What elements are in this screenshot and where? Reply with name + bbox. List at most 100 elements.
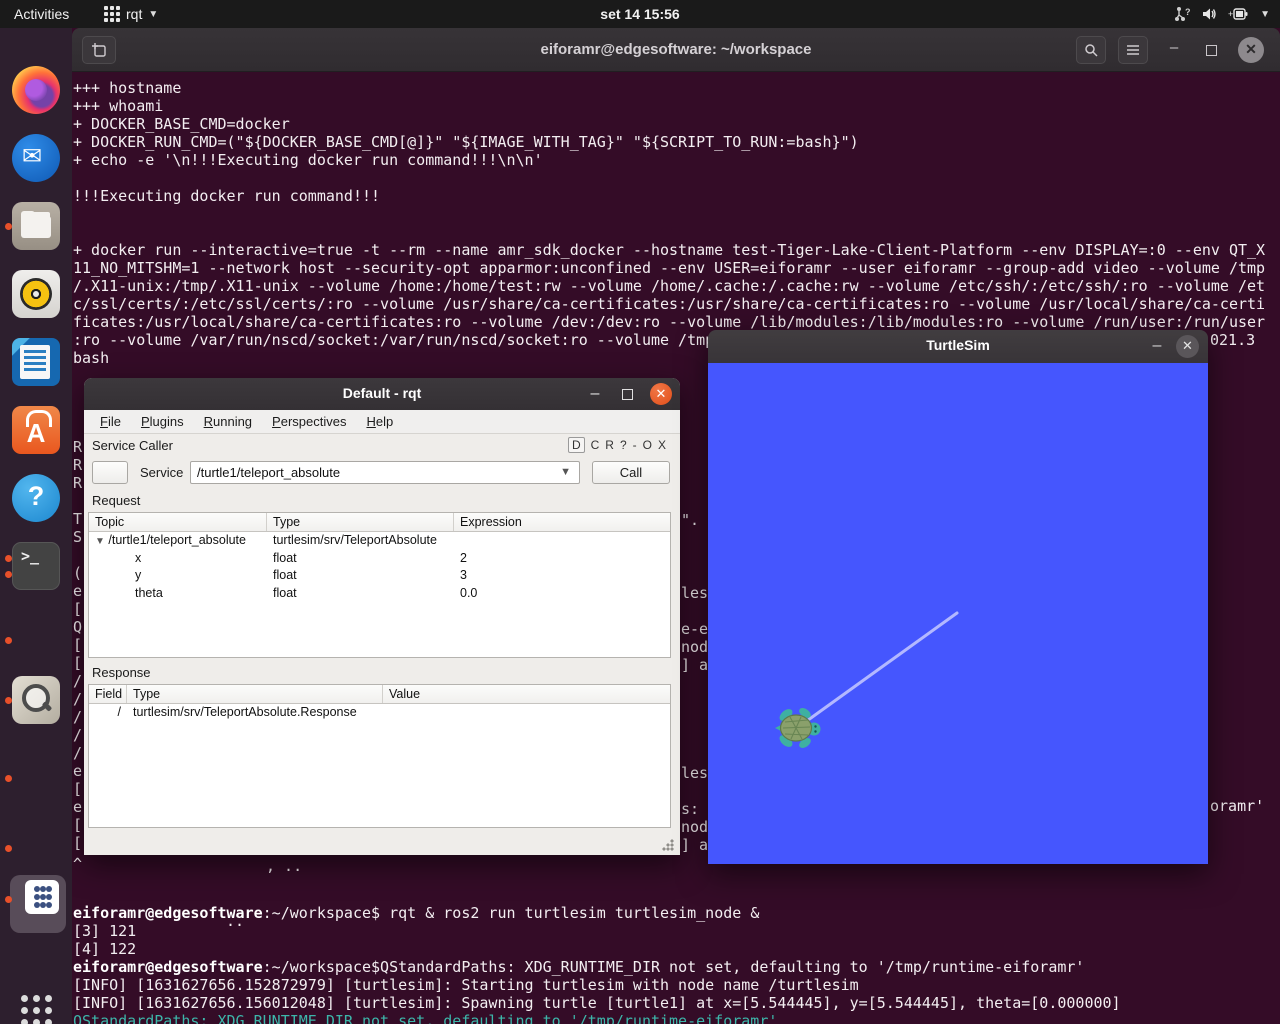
maximize-button[interactable]: [1206, 45, 1217, 56]
terminal-header[interactable]: eiforamr@edgesoftware: ~/workspace – ✕: [72, 28, 1280, 72]
terminal-output-top: +++ hostname +++ whoami + DOCKER_BASE_CM…: [73, 79, 1265, 367]
service-combobox[interactable]: /turtle1/teleport_absolute ▼: [190, 461, 580, 484]
terminal-text-fragment: e: [73, 798, 82, 816]
turtlesim-titlebar[interactable]: TurtleSim – ✕: [708, 330, 1208, 363]
cell-value: [383, 704, 664, 722]
dock-item-window-b[interactable]: [12, 754, 60, 802]
terminal-text-fragment: oramr': [1210, 797, 1264, 815]
status-chevron-down-icon: ▼: [1260, 9, 1270, 20]
rqt-minimize-button[interactable]: –: [584, 383, 606, 405]
terminal-line: [INFO] [1631627656.152872979] [turtlesim…: [73, 976, 1121, 994]
battery-icon: +: [1228, 6, 1250, 22]
panel-button-d[interactable]: D: [568, 437, 585, 453]
resize-grip[interactable]: [662, 839, 674, 851]
turtlesim-close-button[interactable]: ✕: [1176, 335, 1199, 358]
terminal-text-fragment: , ..: [266, 857, 302, 875]
terminal-text-fragment: [: [73, 654, 82, 672]
running-indicator-dot: [5, 571, 12, 578]
request-col-topic: Topic: [89, 513, 267, 531]
cell-expression: [454, 532, 664, 550]
terminal-text-fragment: /: [73, 708, 82, 726]
request-col-type: Type: [267, 513, 454, 531]
close-button[interactable]: ✕: [1238, 37, 1264, 63]
turtlesim-title: TurtleSim: [708, 337, 1208, 353]
service-combobox-value: /turtle1/teleport_absolute: [197, 465, 340, 480]
request-row-root[interactable]: ▼ /turtle1/teleport_absoluteturtlesim/sr…: [89, 532, 670, 550]
cell-expression: 0.0: [454, 585, 664, 603]
dock-item-files[interactable]: [12, 202, 60, 250]
search-button[interactable]: [1076, 36, 1106, 64]
dock-item-window-a[interactable]: [12, 616, 60, 664]
menu-perspectives[interactable]: Perspectives: [264, 411, 354, 432]
request-row-y[interactable]: yfloat3: [89, 567, 670, 585]
rqt-maximize-button[interactable]: [622, 389, 633, 400]
rqt-grid-glyph: [34, 886, 50, 908]
panel-button--[interactable]: -: [633, 438, 637, 452]
request-table[interactable]: TopicTypeExpression ▼ /turtle1/teleport_…: [88, 512, 671, 658]
service-toolbar-button[interactable]: [92, 461, 128, 484]
terminal-text-fragment: R: [73, 438, 82, 456]
dock-item-thunderbird[interactable]: [12, 134, 60, 182]
dock-item-rhythmbox[interactable]: [12, 270, 60, 318]
dock-item-screenshot-tool[interactable]: [12, 676, 60, 724]
dock-item-terminal[interactable]: [12, 542, 60, 590]
rqt-close-button[interactable]: ✕: [650, 383, 672, 405]
response-table-header: FieldTypeValue: [89, 685, 670, 704]
panel-button-c[interactable]: C: [591, 438, 600, 452]
terminal-text-fragment: /: [73, 672, 82, 690]
terminal-text-fragment: R: [73, 456, 82, 474]
service-label: Service: [140, 465, 183, 480]
menu-help[interactable]: Help: [358, 411, 401, 432]
cell-topic: x: [89, 550, 267, 568]
panel-button-r[interactable]: R: [605, 438, 614, 452]
terminal-text-fragment: /: [73, 744, 82, 762]
dock-item-window-c[interactable]: [12, 824, 60, 872]
terminal-line: [4] 122: [73, 940, 1121, 958]
terminal-text-fragment: T: [73, 510, 82, 528]
request-row-theta[interactable]: thetafloat0.0: [89, 585, 670, 603]
response-table[interactable]: FieldTypeValue /turtlesim/srv/TeleportAb…: [88, 684, 671, 828]
rqt-window: Default - rqt – ✕ FilePluginsRunningPers…: [84, 378, 680, 855]
response-col-field: Field: [89, 685, 127, 703]
rqt-titlebar[interactable]: Default - rqt – ✕: [84, 378, 680, 410]
dock-item-firefox[interactable]: [12, 66, 60, 114]
running-indicator-dot: [5, 637, 12, 644]
volume-icon: [1201, 6, 1218, 22]
call-button[interactable]: Call: [592, 461, 670, 484]
terminal-icon: [12, 542, 60, 590]
desktop: Activities rqt ▼ set 14 15:56 ? + ▼: [0, 0, 1280, 1024]
response-col-type: Type: [127, 685, 383, 703]
terminal-line: [INFO] [1631627656.156012048] [turtlesim…: [73, 994, 1121, 1012]
dock-item-ubuntu-software[interactable]: [12, 406, 60, 454]
pen-trail: [797, 613, 957, 728]
turtlesim-minimize-button[interactable]: –: [1146, 335, 1168, 357]
terminal-text-fragment: R: [73, 474, 82, 492]
dock-item-show-applications[interactable]: [12, 986, 60, 1024]
menu-plugins[interactable]: Plugins: [133, 411, 192, 432]
menu-button[interactable]: [1118, 36, 1148, 64]
panel-button-o[interactable]: O: [643, 438, 652, 452]
running-indicator-dot: [5, 223, 12, 230]
terminal-text-fragment: [: [73, 816, 82, 834]
dock-item-libreoffice-writer[interactable]: [12, 338, 60, 386]
dock-item-help[interactable]: [12, 474, 60, 522]
cell-field: /: [89, 704, 127, 722]
cell-type: turtlesim/srv/TeleportAbsolute.Response: [127, 704, 383, 722]
terminal-text-fragment: /: [73, 726, 82, 744]
terminal-text-fragment: S: [73, 528, 82, 546]
minimize-button[interactable]: –: [1162, 36, 1186, 64]
clock[interactable]: set 14 15:56: [0, 6, 1280, 22]
request-row-x[interactable]: xfloat2: [89, 550, 670, 568]
panel-button-?[interactable]: ?: [620, 438, 627, 452]
panel-button-x[interactable]: X: [658, 438, 666, 452]
response-row[interactable]: /turtlesim/srv/TeleportAbsolute.Response: [89, 704, 670, 722]
hamburger-icon: [1126, 44, 1140, 56]
menu-running[interactable]: Running: [196, 411, 260, 432]
cell-type: float: [267, 550, 454, 568]
request-label: Request: [92, 493, 140, 508]
system-status-area[interactable]: ? + ▼: [1174, 6, 1270, 22]
terminal-text-fragment: ..: [226, 912, 244, 930]
libreoffice-writer-icon: [12, 338, 60, 386]
running-indicator-dot: [5, 845, 12, 852]
menu-file[interactable]: File: [92, 411, 129, 432]
